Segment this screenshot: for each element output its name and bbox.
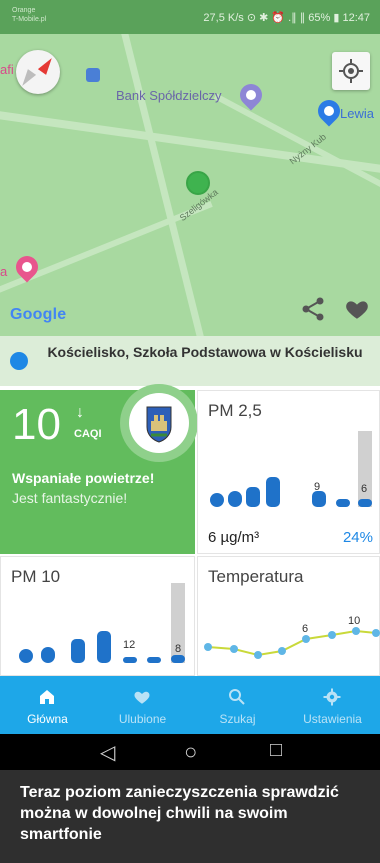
pm25-bar-6: [336, 499, 350, 507]
temperature-chart: [204, 627, 380, 659]
temperature-title: Temperatura: [208, 567, 304, 586]
caqi-unit: CAQI: [74, 428, 102, 440]
map-poi-partial-left: afi: [0, 62, 14, 77]
caqi-value: 10: [12, 400, 61, 449]
temperature-point-6: [328, 631, 336, 639]
nav-label-home: Główna: [27, 712, 68, 726]
pm10-tile[interactable]: PM 10 12 8: [0, 556, 195, 676]
status-indicators: 27,5 K/s ⊙ ✱ ⏰ .∥ ∥ 65% ▮ 12:47: [203, 12, 370, 24]
bus-stop-icon: [86, 68, 100, 82]
pm25-bar-3: [246, 487, 260, 507]
crosshair-icon: [339, 59, 363, 83]
pm25-bar-7: [358, 431, 372, 507]
station-header[interactable]: Kościelisko, Szkoła Podstawowa w Kościel…: [0, 336, 380, 386]
home-button[interactable]: ○: [184, 739, 197, 765]
nav-label-search: Szukaj: [219, 712, 256, 726]
air-quality-message: Wspaniałe powietrze!: [12, 470, 155, 486]
nav-item-settings[interactable]: Ustawienia: [285, 676, 380, 734]
trend-down-icon: ↓: [76, 404, 84, 421]
pm25-bar-1: [210, 493, 224, 507]
pm10-bar-7-fill: [171, 655, 185, 663]
bottom-navigation: Główna Ulubione Szukaj Ustawienia: [0, 676, 380, 734]
coat-of-arms-icon: [146, 406, 172, 443]
temperature-point-7: [352, 627, 360, 635]
search-icon: [229, 689, 245, 705]
air-quality-submessage: Jest fantastycznie!: [12, 490, 128, 506]
pm10-history-chart: [19, 583, 185, 663]
pm25-label-1: 9: [314, 481, 321, 493]
nav-label-settings: Ustawienia: [303, 712, 362, 726]
pm25-bar-2: [228, 491, 242, 507]
pm10-bar-1: [19, 649, 33, 663]
pm10-bar-5: [123, 657, 137, 663]
pm10-bar-6: [147, 657, 161, 663]
pm25-bar-5: [312, 491, 326, 507]
google-logo: Google: [10, 306, 67, 323]
nav-item-search[interactable]: Szukaj: [190, 676, 285, 734]
pm10-bar-2: [41, 647, 55, 663]
temperature-point-5: [302, 635, 310, 643]
pm10-bar-4: [97, 631, 111, 663]
station-marker[interactable]: [186, 171, 210, 195]
pm25-tile[interactable]: PM 2,5 9 6 6 µg/m³ 24%: [197, 390, 380, 554]
caption-text: Teraz poziom zanieczyszczenia sprawdzić …: [20, 784, 339, 843]
recents-button[interactable]: □: [270, 739, 282, 762]
system-navigation-bar: ◁ ○ □: [0, 734, 380, 770]
compass-needle-south: [18, 69, 37, 89]
pm10-bar-3: [71, 639, 85, 663]
heart-icon: [134, 691, 150, 704]
map-view[interactable]: afi Bank Spółdzielczy Lewia Nyżny Kub Sz…: [0, 34, 380, 336]
station-indicator-dot: [10, 352, 28, 370]
compass-button[interactable]: [16, 50, 60, 94]
temperature-label-1: 6: [302, 623, 309, 635]
pm25-history-chart: [210, 431, 372, 507]
article-caption: Teraz poziom zanieczyszczenia sprawdzić …: [0, 770, 380, 863]
gear-icon: [323, 688, 341, 706]
compass-needle-north: [37, 55, 56, 75]
pm25-bar-7-fill: [358, 499, 372, 507]
nav-label-favorites: Ulubione: [118, 712, 167, 726]
temperature-point-4: [278, 647, 286, 655]
share-icon[interactable]: [300, 296, 326, 322]
back-button[interactable]: ◁: [100, 740, 115, 765]
map-poi-bank-label[interactable]: Bank Spółdzielczy: [116, 88, 222, 103]
map-hotel-partial: a: [0, 264, 8, 279]
pm25-title: PM 2,5: [208, 401, 262, 420]
map-poi-lewia-label[interactable]: Lewia: [340, 106, 374, 121]
carrier-line-2: T-Mobile.pl: [12, 16, 47, 23]
pm10-label-2: 8: [175, 643, 182, 655]
status-bar: Orange T-Mobile.pl 27,5 K/s ⊙ ✱ ⏰ .∥ ∥ 6…: [0, 0, 380, 34]
temperature-tile[interactable]: Temperatura 6 10: [197, 556, 380, 676]
carrier-line-1: Orange: [12, 7, 36, 14]
pm25-percent: 24%: [342, 529, 373, 546]
hotel-pin-icon[interactable]: [11, 251, 43, 283]
temperature-point-2: [230, 645, 238, 653]
pm25-label-2: 6: [361, 483, 368, 495]
home-icon: [40, 690, 54, 704]
my-location-button[interactable]: [332, 52, 370, 90]
temperature-point-3: [254, 651, 262, 659]
pm10-label-1: 12: [123, 639, 136, 651]
pm25-value: 6 µg/m³: [208, 529, 260, 546]
station-name: Kościelisko, Szkoła Podstawowa w Kościel…: [47, 344, 363, 360]
temperature-label-2: 10: [348, 615, 361, 627]
temperature-point-8: [372, 629, 380, 637]
nav-item-favorites[interactable]: Ulubione: [95, 676, 190, 734]
carrier-label: Orange T-Mobile.pl: [12, 6, 46, 24]
caqi-tile[interactable]: 10 ↓ CAQI Wspaniałe powietrze! Jest fant…: [0, 384, 198, 554]
nav-item-home[interactable]: Główna: [0, 676, 95, 734]
coat-of-arms-badge: [120, 384, 198, 462]
favorite-heart-icon[interactable]: [344, 296, 370, 322]
temperature-point-1: [204, 643, 212, 651]
pm25-bar-4: [266, 477, 280, 507]
